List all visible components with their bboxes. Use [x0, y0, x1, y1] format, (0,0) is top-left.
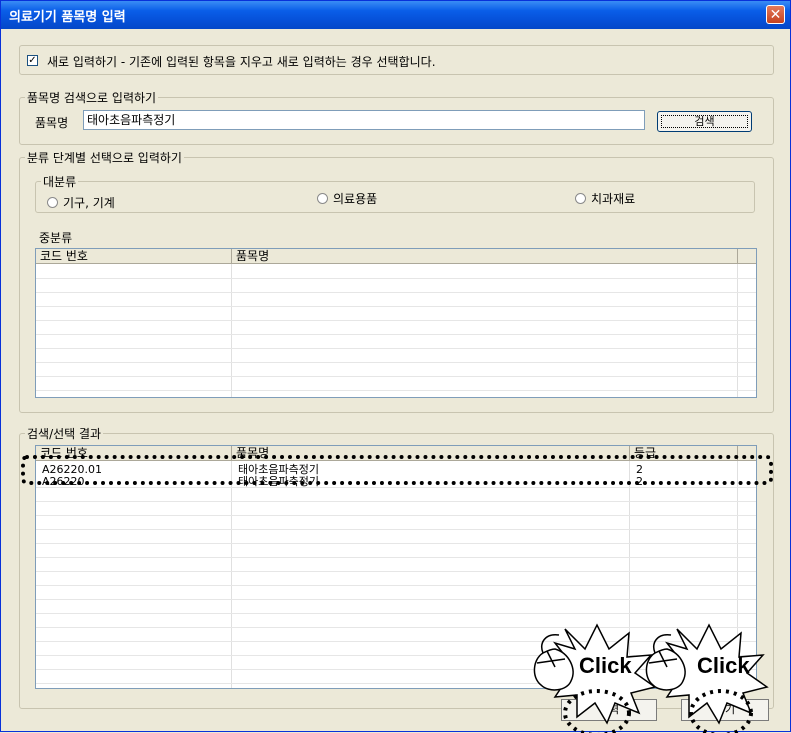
grid-row — [36, 278, 756, 279]
click-annotation-overlay: Click Click — [533, 623, 769, 733]
results-group-label: 검색/선택 결과 — [25, 425, 104, 442]
column-header-spacer — [738, 249, 756, 264]
grid-column — [737, 264, 738, 397]
item-name-input[interactable]: 태아초음파측정기 — [83, 110, 645, 130]
mouse-icon — [533, 634, 574, 691]
column-header-code[interactable]: 코드 번호 — [36, 249, 232, 264]
title-bar[interactable]: 의료기기 품목명 입력 ✕ — [1, 1, 790, 29]
grid-row — [36, 599, 756, 600]
category-group-label: 분류 단계별 선택으로 입력하기 — [25, 149, 184, 166]
radio-medical-supplies[interactable] — [317, 193, 328, 204]
grid-row — [36, 390, 756, 391]
highlight-row-annotation — [21, 455, 773, 485]
radio-dental-materials[interactable] — [575, 193, 586, 204]
click-text-2: Click — [697, 653, 750, 678]
grid-column — [231, 461, 232, 688]
search-group-label: 품목명 검색으로 입력하기 — [25, 89, 159, 106]
dialog-window: 의료기기 품목명 입력 ✕ ✓ 새로 입력하기 - 기존에 입력된 항목을 지우… — [0, 0, 791, 733]
radio-dental-materials-label: 치과재료 — [591, 192, 636, 206]
grid-row — [36, 571, 756, 572]
grid-row — [36, 613, 756, 614]
radio-equipment[interactable] — [47, 197, 58, 208]
grid-row — [36, 320, 756, 321]
grid-row — [36, 557, 756, 558]
new-entry-label: 새로 입력하기 - 기존에 입력된 항목을 지우고 새로 입력하는 경우 선택합… — [47, 55, 436, 69]
column-header-item[interactable]: 품목명 — [232, 249, 738, 264]
grid-row — [36, 543, 756, 544]
item-name-label: 품목명 — [35, 116, 69, 130]
middle-category-list[interactable]: 코드 번호 품목명 — [35, 248, 757, 398]
grid-row — [36, 529, 756, 530]
grid-row — [36, 376, 756, 377]
grid-row — [36, 487, 756, 488]
grid-column — [231, 264, 232, 397]
grid-row — [36, 501, 756, 502]
grid-row — [36, 306, 756, 307]
radio-medical-supplies-label: 의료용품 — [333, 192, 378, 206]
search-button[interactable]: 검색 — [657, 111, 752, 132]
grid-row — [36, 348, 756, 349]
close-icon[interactable]: ✕ — [766, 5, 785, 24]
mouse-icon — [645, 634, 686, 691]
grid-row — [36, 515, 756, 516]
grid-row — [36, 585, 756, 586]
major-category-label: 대분류 — [41, 173, 79, 190]
search-button-label: 검색 — [661, 115, 748, 128]
grid-row — [36, 362, 756, 363]
major-category-box — [35, 181, 755, 213]
window-title: 의료기기 품목명 입력 — [9, 10, 126, 25]
radio-equipment-label: 기구, 기계 — [63, 196, 115, 210]
grid-row — [36, 292, 756, 293]
click-text-1: Click — [579, 653, 632, 678]
middle-category-label: 중분류 — [39, 231, 73, 245]
grid-row — [36, 334, 756, 335]
new-entry-checkbox[interactable]: ✓ — [27, 55, 38, 66]
